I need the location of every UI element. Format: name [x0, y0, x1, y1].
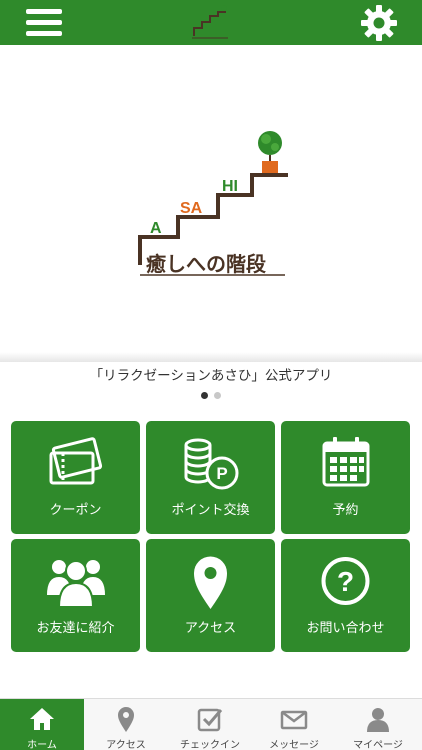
friends-group-icon: [47, 560, 105, 608]
app-caption: 「リラクゼーションあさひ」公式アプリ: [89, 368, 333, 384]
reservation-label: 予約: [332, 503, 359, 518]
logo-letter-hi: HI: [222, 178, 238, 195]
carousel-dot[interactable]: [214, 392, 221, 399]
carousel-indicator: [0, 392, 422, 402]
question-icon: ?: [321, 557, 370, 605]
coupon-button[interactable]: クーポン: [11, 421, 140, 534]
tab-checkin-label: チェックイン: [180, 740, 240, 750]
logo-letter-a: A: [150, 220, 162, 237]
calendar-icon: [322, 437, 370, 487]
refer-friend-label: お友達に紹介: [36, 621, 115, 636]
user-icon: [367, 708, 389, 732]
tab-message-label: メッセージ: [269, 740, 319, 750]
points-exchange-button[interactable]: P ポイント交換: [146, 421, 275, 534]
logo-letter-sa: SA: [180, 200, 203, 217]
points-exchange-label: ポイント交換: [171, 503, 250, 518]
tab-access-label: アクセス: [106, 740, 146, 750]
bottom-tab-bar: ホーム アクセス チェックイン メッセージ マイページ: [0, 698, 422, 750]
coupon-label: クーポン: [49, 503, 102, 518]
home-icon: [30, 708, 54, 730]
reservation-button[interactable]: 予約: [281, 421, 410, 534]
tab-checkin[interactable]: チェックイン: [168, 699, 252, 750]
tab-mypage-label: マイページ: [353, 740, 403, 750]
access-label: アクセス: [184, 621, 237, 636]
coupon-tickets-icon: [49, 437, 103, 485]
tab-access[interactable]: アクセス: [84, 699, 168, 750]
checkin-icon: [197, 708, 223, 732]
tab-home-label: ホーム: [27, 740, 57, 750]
tab-mypage[interactable]: マイページ: [336, 699, 420, 750]
contact-label: お問い合わせ: [306, 621, 385, 636]
hamburger-menu-icon[interactable]: [26, 9, 62, 37]
tab-home[interactable]: ホーム: [0, 699, 84, 750]
app-header: [0, 0, 422, 45]
brand-logo: A SA HI 癒しへの階段: [138, 131, 288, 276]
gear-icon[interactable]: [360, 4, 398, 42]
refer-friend-button[interactable]: お友達に紹介: [11, 539, 140, 652]
access-button[interactable]: アクセス: [146, 539, 275, 652]
logo-tagline: 癒しへの階段: [146, 252, 266, 276]
carousel-dot-active[interactable]: [201, 392, 208, 399]
map-pin-icon: [118, 707, 134, 732]
coins-points-icon: P: [184, 438, 239, 490]
map-pin-icon: [194, 556, 227, 609]
svg-text:?: ?: [337, 566, 354, 597]
hero-divider: [0, 352, 422, 362]
contact-button[interactable]: ? お問い合わせ: [281, 539, 410, 652]
menu-grid: クーポン P ポイント交換 予約 お友達に紹介 アクセス ? お問い合わせ: [11, 421, 411, 652]
envelope-icon: [280, 710, 308, 730]
tab-message[interactable]: メッセージ: [252, 699, 336, 750]
header-logo: [192, 5, 228, 39]
svg-text:P: P: [216, 464, 227, 483]
hero-banner: A SA HI 癒しへの階段: [0, 45, 422, 357]
